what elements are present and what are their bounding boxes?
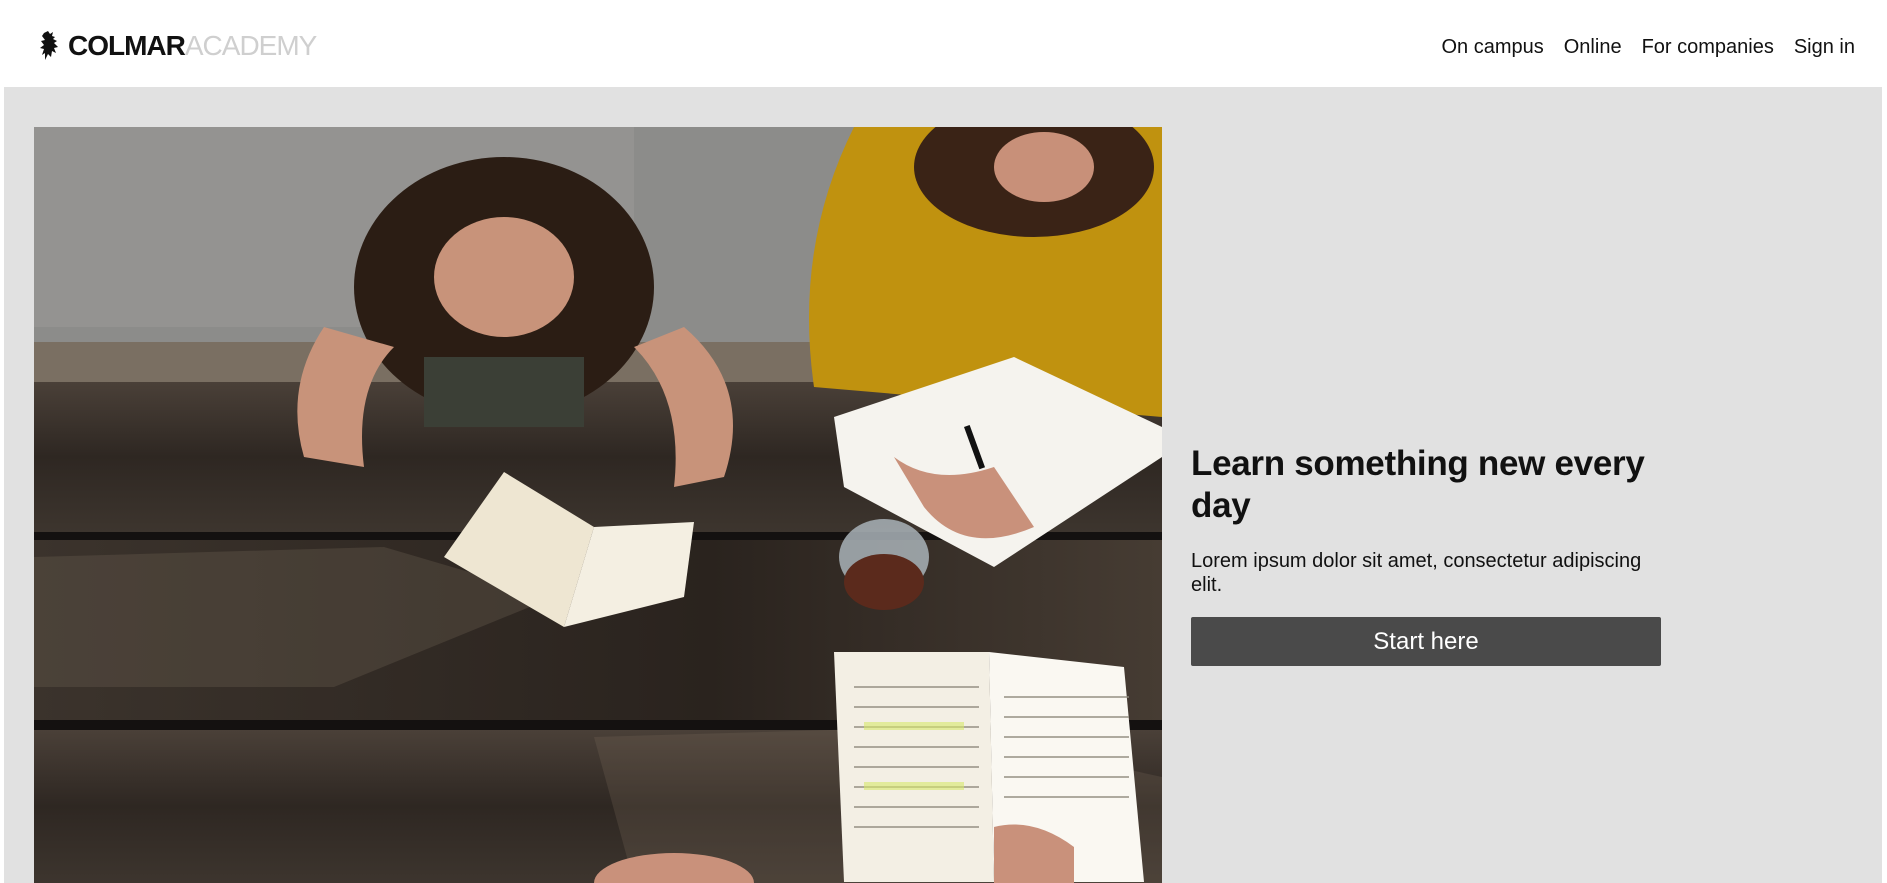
- hero-title: Learn something new every day: [1191, 444, 1645, 525]
- site-header: COLMARACADEMY On campus Online For compa…: [0, 0, 1887, 87]
- nav-sign-in[interactable]: Sign in: [1794, 34, 1855, 60]
- lion-rampant-icon: [40, 31, 58, 60]
- hero-photo: [34, 127, 1162, 883]
- logo-text-light: ACADEMY: [184, 30, 317, 61]
- start-here-button[interactable]: Start here: [1191, 617, 1661, 666]
- promo-block: Learn something new every day Lorem ipsu…: [1191, 443, 1661, 666]
- hero-section: Learn something new every day Lorem ipsu…: [4, 87, 1882, 883]
- nav-online[interactable]: Online: [1564, 34, 1622, 60]
- main-nav: On campus Online For companies Sign in: [1441, 34, 1855, 60]
- nav-for-companies[interactable]: For companies: [1642, 34, 1774, 60]
- site-logo[interactable]: COLMARACADEMY: [38, 28, 317, 64]
- logo-text-bold: COLMAR: [68, 30, 186, 61]
- hero-description: Lorem ipsum dolor sit amet, consectetur …: [1191, 550, 1642, 596]
- nav-on-campus[interactable]: On campus: [1441, 34, 1543, 60]
